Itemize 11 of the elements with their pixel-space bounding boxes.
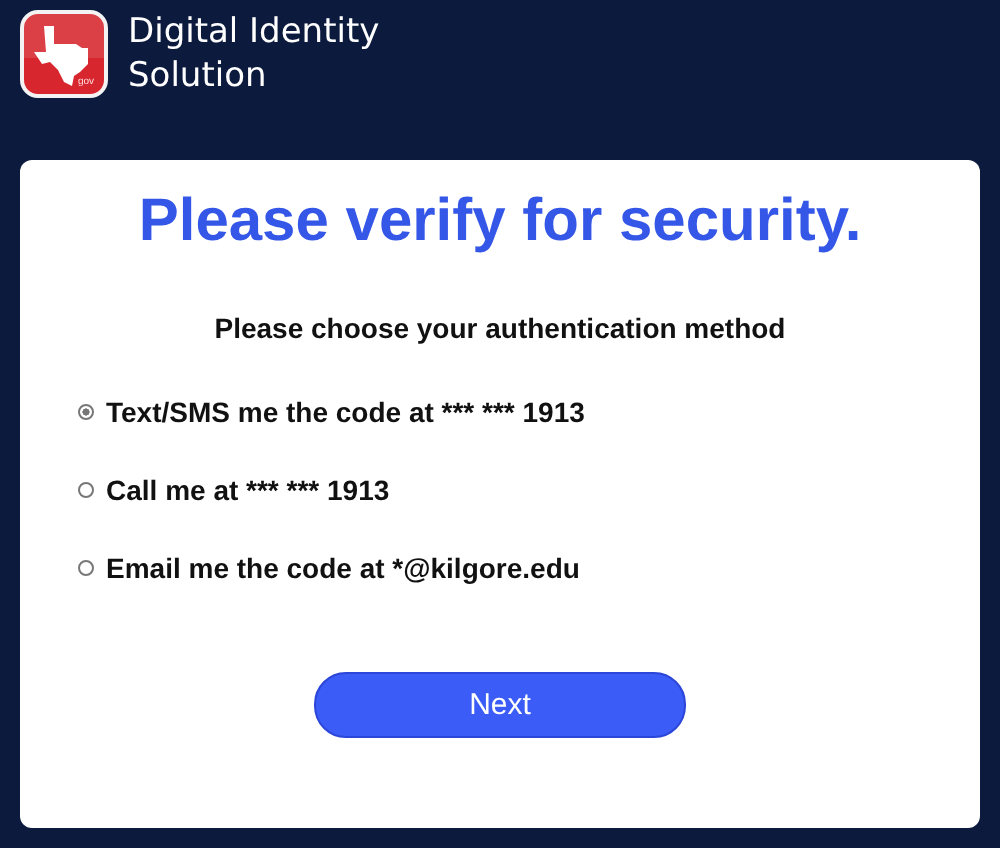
option-label[interactable]: Call me at *** *** 1913 xyxy=(106,474,390,506)
radio-button[interactable] xyxy=(78,560,94,576)
next-button[interactable]: Next xyxy=(314,672,686,738)
app-title: Solution xyxy=(128,54,269,98)
option-label[interactable]: Email me the code at *@kilgore.edu xyxy=(106,552,580,584)
page-heading: Please verify for security. xyxy=(136,188,864,256)
radio-button[interactable] xyxy=(78,404,94,420)
app-title: Digital Identity xyxy=(128,10,380,54)
option-label[interactable]: Text/SMS me the code at *** *** 1913 xyxy=(106,396,585,428)
radio-button[interactable] xyxy=(78,482,94,498)
prompt-text: Please choose your authentication method xyxy=(212,312,788,344)
